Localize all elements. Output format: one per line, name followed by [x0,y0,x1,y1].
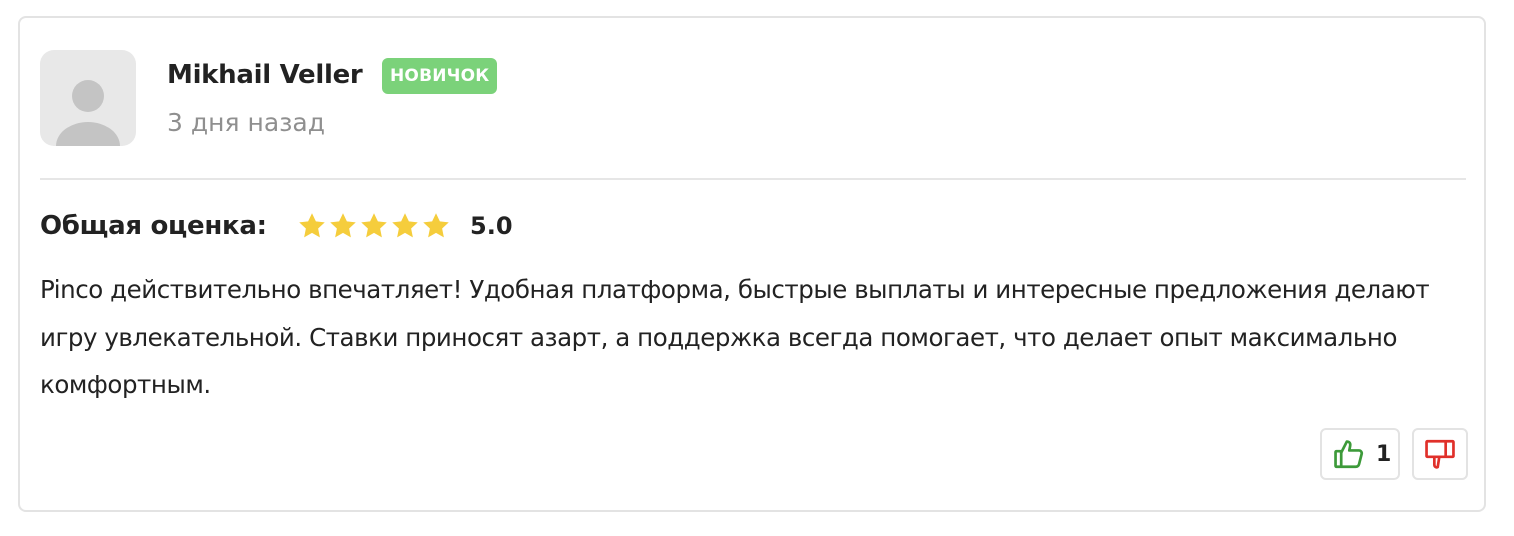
star-icon [330,213,356,238]
thumbs-up-icon [1334,440,1364,469]
avatar [40,50,136,146]
dislike-button[interactable] [1412,428,1468,480]
star-rating [297,211,451,241]
review-text: Pinco действительно впечатляет! Удобная … [40,275,1430,399]
user-avatar-placeholder-icon [56,80,120,146]
star-icon [392,213,418,238]
divider [40,178,1466,180]
user-level-badge: НОВИЧОК [382,58,498,94]
like-count: 1 [1376,441,1392,467]
thumbs-down-icon [1425,439,1455,469]
star-icon [423,213,449,238]
star-icon [299,213,325,238]
like-button[interactable]: 1 [1320,428,1400,480]
author-name: Mikhail Veller [167,60,363,90]
review-card: Mikhail Veller НОВИЧОК 3 дня назад Общая… [18,16,1486,512]
rating-label: Общая оценка: [40,211,267,241]
star-icon [361,213,387,238]
rating-value: 5.0 [470,212,513,240]
review-date: 3 дня назад [167,108,326,137]
